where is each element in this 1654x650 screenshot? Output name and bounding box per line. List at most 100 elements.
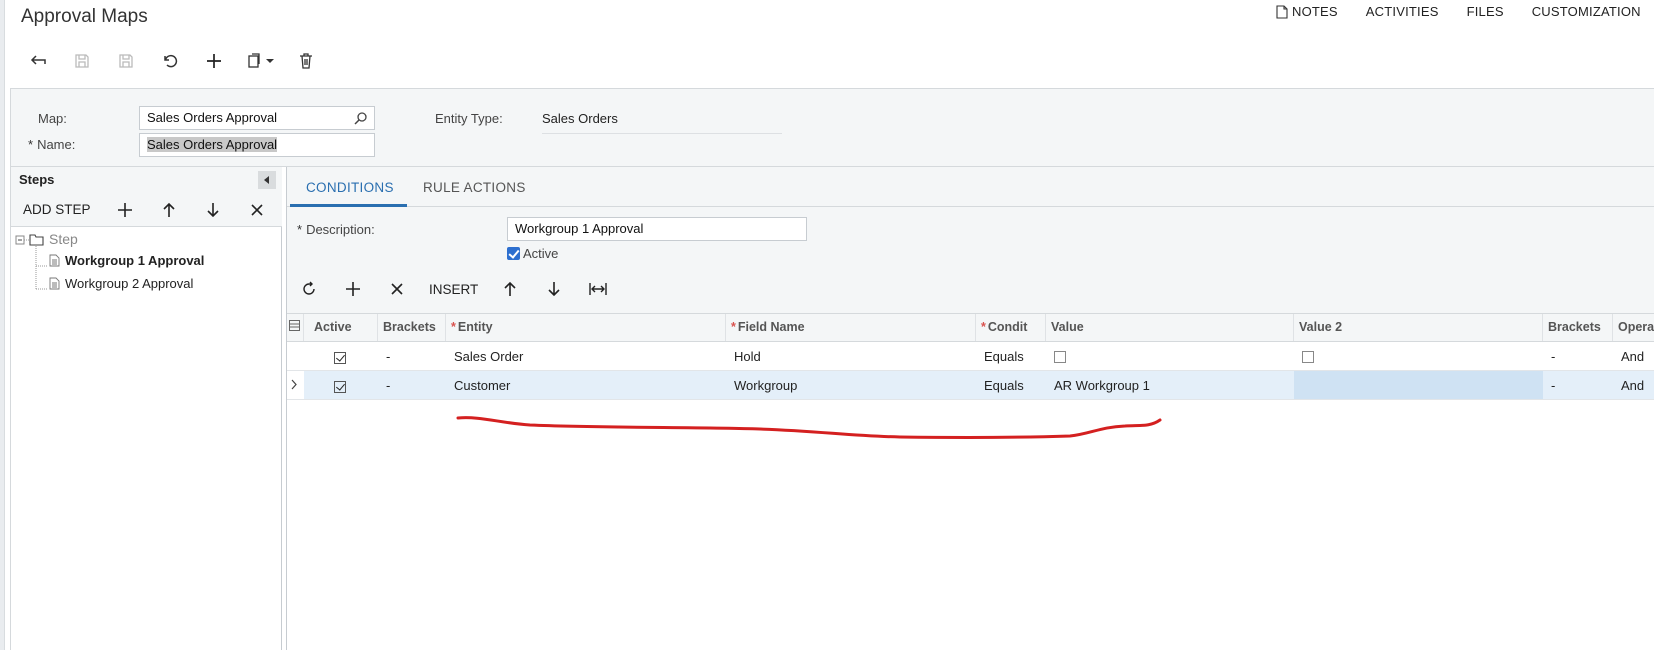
plus-icon (207, 54, 221, 68)
row-field-name[interactable]: Workgroup (726, 371, 976, 399)
row-brackets[interactable]: - (378, 342, 446, 370)
name-label: Name: (28, 137, 75, 152)
description-field[interactable]: Workgroup 1 Approval (507, 217, 807, 241)
map-value: Sales Orders Approval (147, 110, 278, 125)
back-button[interactable] (16, 45, 60, 77)
row-entity[interactable]: Sales Order (446, 342, 726, 370)
add-button[interactable] (103, 195, 147, 225)
row-value2-checkbox[interactable] (1294, 342, 1543, 370)
row-value[interactable]: AR Workgroup 1 (1046, 371, 1294, 399)
tab-conditions[interactable]: CONDITIONS (290, 167, 407, 207)
notes-link[interactable]: NOTES (1276, 4, 1338, 19)
row-operator[interactable]: And (1613, 371, 1654, 399)
collapse-panel-button[interactable] (258, 171, 276, 189)
row-indicator (287, 371, 304, 399)
close-icon (391, 283, 403, 295)
customization-link[interactable]: CUSTOMIZATION (1532, 4, 1641, 19)
steps-toolbar: ADD STEP (11, 193, 282, 227)
fit-width-icon (589, 283, 607, 295)
save-button[interactable] (104, 45, 148, 77)
col-entity[interactable]: Entity (446, 314, 726, 341)
header-form: Map: Sales Orders Approval Name: Sales O… (10, 88, 1654, 167)
delete-step-button[interactable] (235, 195, 279, 225)
move-down-button[interactable] (191, 195, 235, 225)
chevron-right-icon (291, 379, 297, 390)
tree-item-workgroup-1[interactable]: Workgroup 1 Approval (49, 253, 204, 268)
grid-toolbar: INSERT (287, 271, 620, 307)
steps-panel: Steps ADD STEP Step Workgroup 1 Approval… (10, 167, 282, 650)
delete-row-button[interactable] (375, 274, 419, 304)
row-field-name[interactable]: Hold (726, 342, 976, 370)
column-selector-icon[interactable] (287, 314, 304, 341)
arrow-down-icon (548, 282, 560, 297)
insert-button[interactable]: INSERT (419, 282, 488, 297)
tab-bar: CONDITIONS RULE ACTIONS (287, 167, 1654, 207)
col-active[interactable]: Active (304, 314, 378, 341)
undo-button[interactable] (148, 45, 192, 77)
table-row[interactable]: - Customer Workgroup Equals AR Workgroup… (287, 371, 1654, 400)
checkbox-checked-icon (334, 380, 346, 393)
row-brackets-2[interactable]: - (1543, 371, 1613, 399)
checkbox-empty-icon (1054, 350, 1066, 363)
add-button[interactable] (192, 45, 236, 77)
note-icon (1276, 4, 1288, 19)
tree-root-step[interactable]: Step (29, 231, 78, 247)
arrow-down-icon (206, 202, 219, 217)
main-toolbar (16, 44, 328, 78)
col-operator[interactable]: Opera (1613, 314, 1654, 341)
row-value-2[interactable] (1294, 371, 1543, 399)
row-condition[interactable]: Equals (976, 342, 1046, 370)
back-arrow-icon (30, 55, 46, 65)
col-field-name[interactable]: Field Name (726, 314, 976, 341)
row-active-checkbox[interactable] (304, 342, 378, 370)
col-value[interactable]: Value (1046, 314, 1294, 341)
refresh-button[interactable] (287, 274, 331, 304)
row-brackets[interactable]: - (378, 371, 446, 399)
table-row[interactable]: - Sales Order Hold Equals - And (287, 342, 1654, 371)
row-brackets-2[interactable]: - (1543, 342, 1613, 370)
map-label: Map: (38, 111, 67, 126)
save-close-button[interactable] (60, 45, 104, 77)
close-icon (250, 203, 263, 216)
folder-icon (29, 233, 44, 246)
page-title: Approval Maps (21, 6, 148, 27)
move-up-button[interactable] (147, 195, 191, 225)
row-active-checkbox[interactable] (304, 371, 378, 399)
row-condition[interactable]: Equals (976, 371, 1046, 399)
conditions-panel: CONDITIONS RULE ACTIONS Description: Wor… (286, 167, 1654, 650)
copy-paste-icon (248, 53, 260, 68)
document-icon (49, 254, 60, 267)
plus-icon (346, 282, 360, 296)
move-up-button[interactable] (488, 274, 532, 304)
active-checkbox[interactable]: Active (507, 246, 558, 261)
save-close-icon (75, 54, 89, 68)
refresh-icon (303, 281, 315, 295)
row-operator[interactable]: And (1613, 342, 1654, 370)
col-brackets[interactable]: Brackets (378, 314, 446, 341)
col-value-2[interactable]: Value 2 (1294, 314, 1543, 341)
grid-header: Active Brackets Entity Field Name Condit… (287, 313, 1654, 342)
steps-header: Steps (11, 167, 282, 193)
name-field[interactable]: Sales Orders Approval (139, 133, 375, 157)
tab-rule-actions[interactable]: RULE ACTIONS (407, 167, 542, 207)
description-label: Description: (297, 222, 375, 237)
add-row-button[interactable] (331, 274, 375, 304)
entity-type-label: Entity Type: (435, 111, 503, 126)
add-step-button[interactable]: ADD STEP (11, 202, 103, 217)
fit-columns-button[interactable] (576, 274, 620, 304)
col-brackets-2[interactable]: Brackets (1543, 314, 1613, 341)
map-selector[interactable]: Sales Orders Approval (139, 106, 375, 130)
plus-icon (117, 202, 132, 217)
undo-icon (164, 54, 178, 68)
tree-item-workgroup-2[interactable]: Workgroup 2 Approval (49, 276, 193, 291)
delete-button[interactable] (284, 45, 328, 77)
name-value: Sales Orders Approval (147, 137, 278, 152)
col-condition[interactable]: Condit (976, 314, 1046, 341)
copy-paste-button[interactable] (236, 45, 284, 77)
activities-link[interactable]: ACTIVITIES (1366, 4, 1439, 19)
document-icon (49, 277, 60, 290)
move-down-button[interactable] (532, 274, 576, 304)
row-value-checkbox[interactable] (1046, 342, 1294, 370)
files-link[interactable]: FILES (1467, 4, 1504, 19)
row-entity[interactable]: Customer (446, 371, 726, 399)
